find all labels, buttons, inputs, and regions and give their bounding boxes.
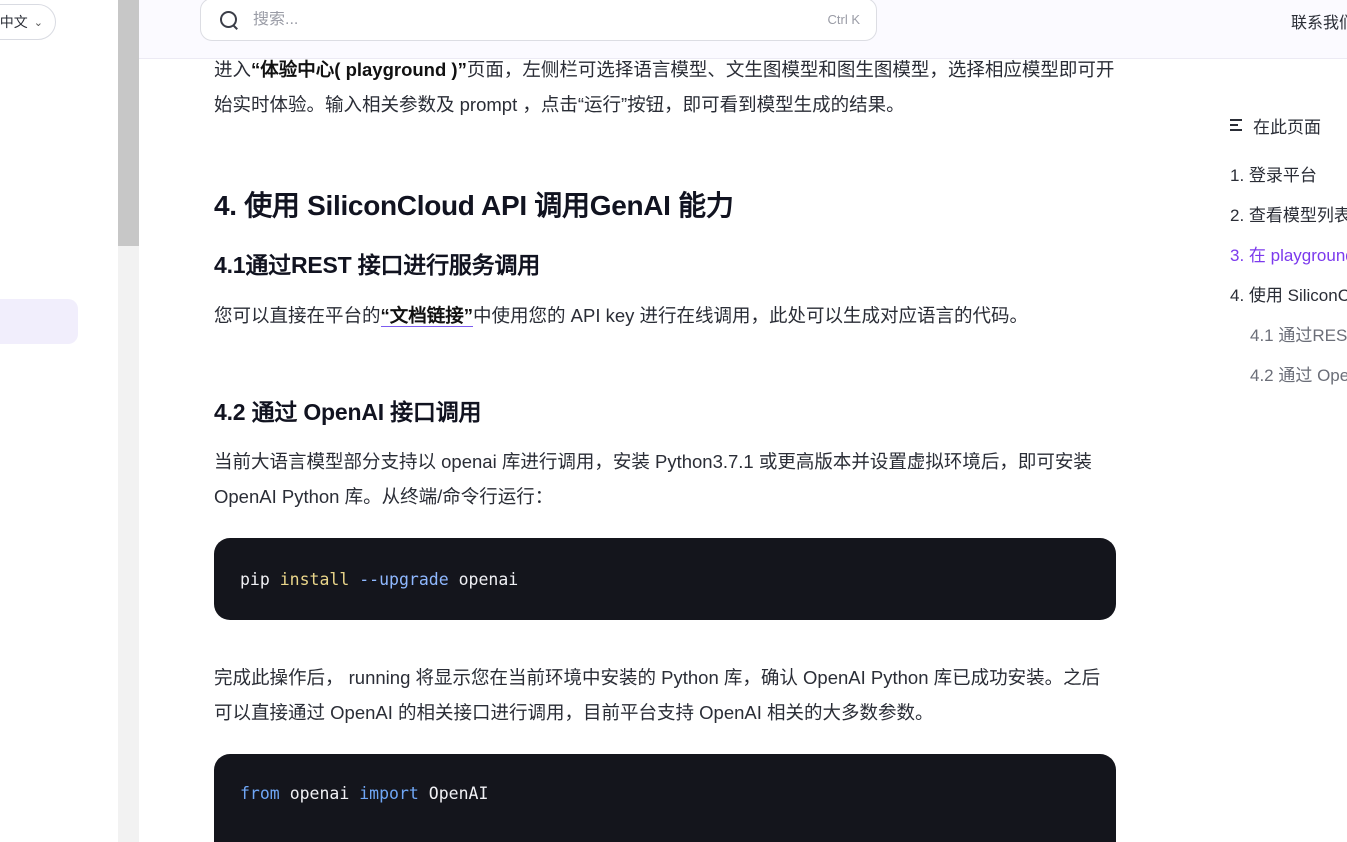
toc-title: 在此页面 <box>1230 112 1347 138</box>
toc-title-label: 在此页面 <box>1253 117 1321 137</box>
code-subcmd: install <box>279 569 350 589</box>
code-cmd: pip <box>240 569 270 589</box>
contact-link[interactable]: 联系我们 <box>1291 9 1347 33</box>
sidebar-item-active[interactable] <box>0 299 78 344</box>
search-box[interactable]: Ctrl K <box>200 0 877 41</box>
list-icon <box>1230 119 1243 131</box>
toc-item-openai[interactable]: 4.2 通过 OpenAI <box>1230 356 1347 396</box>
search-input[interactable] <box>253 10 828 29</box>
doc-link[interactable]: “文档链接” <box>380 305 474 327</box>
doc-content: 进入“体验中心( playground )”页面，左侧栏可选择语言模型、文生图模… <box>214 52 1116 842</box>
toc-item-login[interactable]: 1. 登录平台 <box>1230 156 1347 196</box>
search-shortcut: Ctrl K <box>827 12 861 27</box>
section-4-2-heading: 4.2 通过 OpenAI 接口调用 <box>214 399 482 425</box>
table-of-contents: 在此页面 1. 登录平台 2. 查看模型列表 3. 在 playground 体… <box>1230 112 1347 396</box>
toc-item-model-list[interactable]: 2. 查看模型列表 <box>1230 196 1347 236</box>
chevron-down-icon: ⌄ <box>33 16 43 29</box>
sidebar-scrollbar-thumb[interactable] <box>118 0 139 246</box>
language-label: 中文 <box>0 14 28 30</box>
search-icon <box>219 10 239 30</box>
section-4-1-paragraph: 您可以直接在平台的“文档链接”中使用您的 API key 进行在线调用，此处可以… <box>214 298 1116 333</box>
code-module: openai <box>289 784 350 803</box>
intro-paragraph: 进入“体验中心( playground )”页面，左侧栏可选择语言模型、文生图模… <box>214 52 1116 122</box>
section-4-heading: 4. 使用 SiliconCloud API 调用GenAI 能力 <box>214 190 734 221</box>
code-kw-from: from <box>240 784 280 803</box>
section-4-1-heading: 4.1通过REST 接口进行服务调用 <box>214 252 541 278</box>
language-selector[interactable]: 中文 ⌄ <box>0 4 56 40</box>
code-package: openai <box>458 569 519 589</box>
p41-suffix: 中使用您的 API key 进行在线调用，此处可以生成对应语言的代码。 <box>473 305 1029 326</box>
toc-item-api[interactable]: 4. 使用 SiliconCloud API <box>1230 276 1347 316</box>
playground-link[interactable]: “体验中心( playground )” <box>251 59 467 80</box>
after-install-paragraph: 完成此操作后， running 将显示您在当前环境中安装的 Python 库，确… <box>214 667 1101 723</box>
toc-item-playground[interactable]: 3. 在 playground 体验 <box>1230 236 1347 276</box>
toc-item-rest[interactable]: 4.1 通过REST 接口 <box>1230 316 1347 356</box>
left-sidebar: 中文 ⌄ <box>0 0 118 842</box>
code-block-pip[interactable]: pip install --upgrade openai <box>214 538 1116 620</box>
code-class: OpenAI <box>428 784 489 803</box>
intro-prefix: 进入 <box>214 59 252 80</box>
code-kw-import: import <box>359 784 419 803</box>
section-4-2-paragraph: 当前大语言模型部分支持以 openai 库进行调用，安装 Python3.7.1… <box>214 451 1092 507</box>
code-block-python[interactable]: from openai import OpenAI <box>214 754 1116 842</box>
code-flag: --upgrade <box>359 569 449 589</box>
p41-prefix: 您可以直接在平台的 <box>214 305 381 326</box>
